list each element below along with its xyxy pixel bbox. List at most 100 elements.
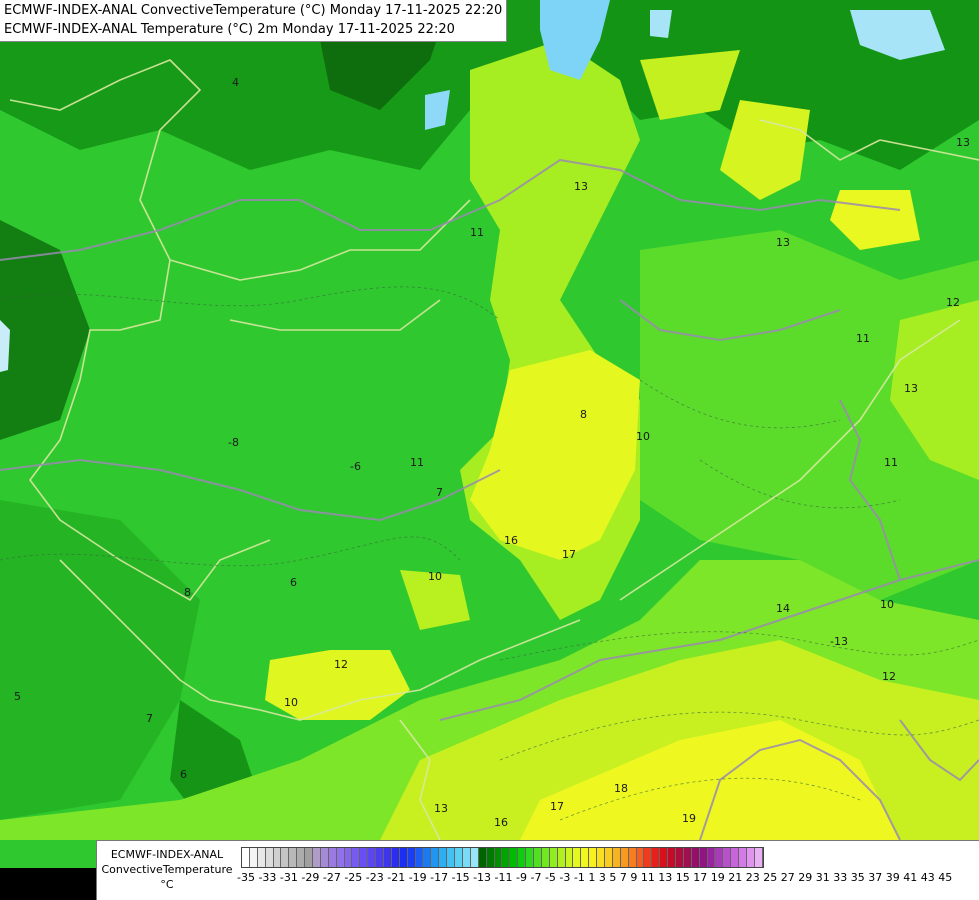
legend-swatch <box>391 848 400 867</box>
legend-swatch <box>423 848 432 867</box>
contour-label: 10 <box>880 598 894 611</box>
legend-swatch <box>549 848 558 867</box>
contour-label: 12 <box>946 296 960 309</box>
legend-swatch <box>589 848 598 867</box>
legend-swatch <box>399 848 408 867</box>
contour-label: 7 <box>146 712 153 725</box>
legend-swatch <box>313 848 321 867</box>
legend-swatch <box>265 848 274 867</box>
contour-label: 12 <box>334 658 348 671</box>
legend-swatch <box>715 848 724 867</box>
legend-swatch <box>470 848 479 867</box>
legend-swatch <box>305 848 314 867</box>
legend-swatch <box>597 848 605 867</box>
contour-label: 18 <box>614 782 628 795</box>
legend-variable: ConvectiveTemperature <box>101 863 233 876</box>
legend-swatch <box>628 848 637 867</box>
legend-swatch <box>384 848 392 867</box>
color-legend: ECMWF-INDEX-ANAL ConvectiveTemperature °… <box>96 840 979 900</box>
legend-swatch <box>257 848 266 867</box>
legend-swatch <box>526 848 534 867</box>
legend-swatch <box>604 848 613 867</box>
legend-swatch <box>289 848 298 867</box>
legend-swatch <box>415 848 424 867</box>
legend-swatch <box>352 848 361 867</box>
legend-swatch <box>747 848 755 867</box>
contour-label: 10 <box>428 570 442 583</box>
contour-label: -13 <box>830 635 848 648</box>
contour-label: 5 <box>14 690 21 703</box>
legend-swatch <box>660 848 669 867</box>
legend-swatch <box>652 848 661 867</box>
contour-label: 7 <box>436 486 443 499</box>
map-title-line-1: ECMWF-INDEX-ANAL ConvectiveTemperature (… <box>4 3 503 18</box>
contour-label: 13 <box>776 236 790 249</box>
contour-label: -6 <box>350 460 361 473</box>
legend-swatch <box>565 848 574 867</box>
legend-swatch <box>273 848 282 867</box>
legend-swatch <box>486 848 495 867</box>
contour-label: 17 <box>550 800 564 813</box>
legend-swatch <box>636 848 645 867</box>
legend-swatch <box>376 848 385 867</box>
legend-swatch <box>581 848 590 867</box>
contour-label: 19 <box>682 812 696 825</box>
legend-swatch <box>447 848 456 867</box>
legend-swatch <box>754 848 763 867</box>
contour-label: 8 <box>580 408 587 421</box>
legend-swatch <box>533 848 542 867</box>
legend-swatch <box>699 848 708 867</box>
legend-swatch <box>502 848 511 867</box>
legend-swatch <box>328 848 337 867</box>
weather-map: -6 -8 8 7 6 5 4 10 10 10 11 11 11 12 12 … <box>0 0 979 900</box>
legend-swatch <box>691 848 700 867</box>
legend-swatch <box>612 848 621 867</box>
legend-swatch <box>249 848 258 867</box>
legend-label: ECMWF-INDEX-ANAL ConvectiveTemperature °… <box>99 847 235 892</box>
legend-swatch <box>557 848 566 867</box>
contour-label: 10 <box>284 696 298 709</box>
contour-label: 6 <box>290 576 297 589</box>
contour-label: 10 <box>636 430 650 443</box>
legend-swatch <box>344 848 353 867</box>
contour-label: 11 <box>410 456 424 469</box>
legend-swatch <box>336 848 345 867</box>
legend-swatch <box>731 848 740 867</box>
legend-swatch <box>297 848 306 867</box>
legend-swatch <box>407 848 416 867</box>
legend-swatch <box>431 848 440 867</box>
contour-label: 13 <box>904 382 918 395</box>
legend-swatch <box>478 848 487 867</box>
legend-unit: °C <box>160 878 174 891</box>
legend-swatch <box>644 848 653 867</box>
contour-label: 12 <box>882 670 896 683</box>
legend-swatch <box>668 848 676 867</box>
contour-label: 11 <box>884 456 898 469</box>
map-title-box: ECMWF-INDEX-ANAL ConvectiveTemperature (… <box>0 0 508 42</box>
legend-swatch <box>439 848 448 867</box>
legend-swatch <box>510 848 519 867</box>
legend-swatch <box>723 848 732 867</box>
contour-label: 13 <box>956 136 970 149</box>
legend-swatch <box>320 848 329 867</box>
contour-label: 6 <box>180 768 187 781</box>
legend-swatch <box>368 848 377 867</box>
legend-swatch <box>281 848 290 867</box>
contour-label: 8 <box>184 586 191 599</box>
contour-label: 16 <box>494 816 508 829</box>
contour-label: -8 <box>228 436 239 449</box>
contour-label: 4 <box>232 76 239 89</box>
legend-swatch <box>494 848 503 867</box>
legend-swatch <box>455 848 463 867</box>
contour-label: 14 <box>776 602 790 615</box>
map-title-line-2: ECMWF-INDEX-ANAL Temperature (°C) 2m Mon… <box>4 22 455 37</box>
legend-swatch <box>739 848 747 867</box>
legend-swatch <box>620 848 629 867</box>
legend-swatch <box>707 848 716 867</box>
contour-label: 11 <box>856 332 870 345</box>
legend-swatch <box>518 848 527 867</box>
legend-swatch <box>462 848 471 867</box>
legend-swatch <box>683 848 692 867</box>
legend-color-bar <box>241 847 764 868</box>
legend-swatch <box>541 848 550 867</box>
